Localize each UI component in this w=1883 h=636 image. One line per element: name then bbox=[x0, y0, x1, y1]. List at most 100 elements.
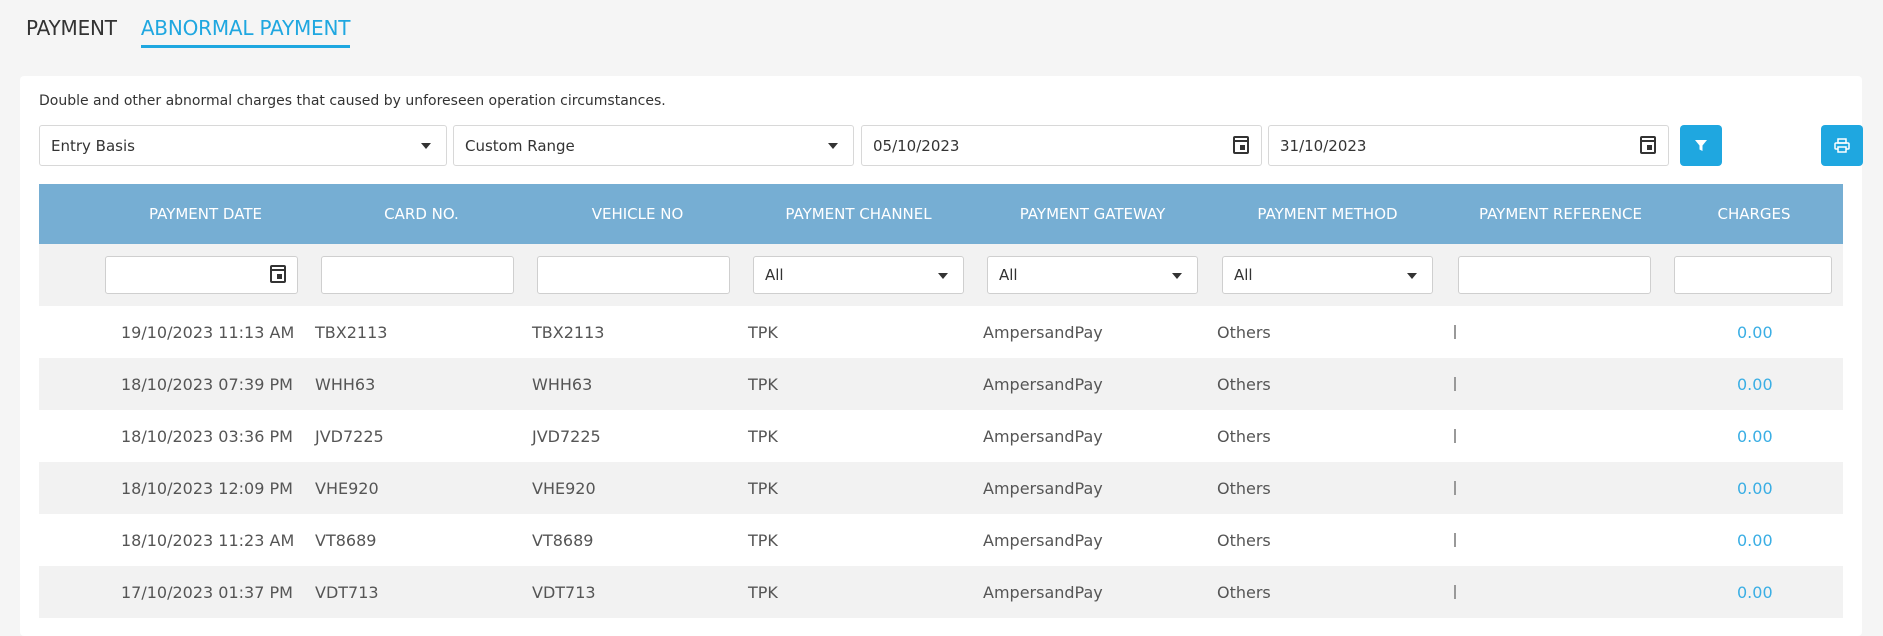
cell-date: 18/10/2023 11:23 AM bbox=[121, 530, 295, 550]
cell-card: VT8689 bbox=[315, 530, 377, 550]
reference-marker bbox=[1454, 585, 1456, 599]
cell-charges[interactable]: 0.00 bbox=[1737, 306, 1773, 358]
range-select-value: Custom Range bbox=[465, 136, 575, 155]
cell-reference bbox=[1453, 358, 1456, 410]
caret-down-icon bbox=[1172, 273, 1182, 279]
cell-gateway: AmpersandPay bbox=[983, 426, 1103, 446]
cell-charges[interactable]: 0.00 bbox=[1737, 358, 1773, 410]
vehicle-filter-input[interactable] bbox=[537, 256, 730, 294]
filter-button[interactable] bbox=[1680, 125, 1722, 166]
reference-filter-input[interactable] bbox=[1458, 256, 1651, 294]
payments-table: PAYMENT DATE CARD NO. VEHICLE NO PAYMENT… bbox=[39, 184, 1843, 618]
calendar-icon[interactable] bbox=[270, 265, 286, 283]
col-payment-gateway[interactable]: PAYMENT GATEWAY bbox=[987, 205, 1198, 223]
tab-abnormal-payment[interactable]: ABNORMAL PAYMENT bbox=[140, 16, 350, 48]
caret-down-icon bbox=[421, 143, 431, 149]
caret-down-icon bbox=[828, 143, 838, 149]
col-payment-reference[interactable]: PAYMENT REFERENCE bbox=[1455, 205, 1666, 223]
cell-channel: TPK bbox=[748, 374, 778, 394]
basis-select-value: Entry Basis bbox=[51, 136, 135, 155]
method-filter-select[interactable]: All bbox=[1222, 256, 1433, 294]
cell-channel: TPK bbox=[748, 322, 778, 342]
table-row[interactable]: 17/10/2023 01:37 PM VDT713 VDT713 TPK Am… bbox=[39, 566, 1843, 618]
cell-gateway: AmpersandPay bbox=[983, 530, 1103, 550]
cell-date: 17/10/2023 01:37 PM bbox=[121, 582, 293, 602]
page-description: Double and other abnormal charges that c… bbox=[39, 93, 666, 109]
cell-date: 18/10/2023 07:39 PM bbox=[121, 374, 293, 394]
cell-date: 19/10/2023 11:13 AM bbox=[121, 322, 295, 342]
cell-reference bbox=[1453, 514, 1456, 566]
cell-vehicle: TBX2113 bbox=[532, 322, 605, 342]
channel-filter-select[interactable]: All bbox=[753, 256, 964, 294]
gateway-filter-value: All bbox=[999, 266, 1018, 284]
card-filter-input[interactable] bbox=[321, 256, 514, 294]
print-icon bbox=[1834, 138, 1850, 153]
cell-method: Others bbox=[1217, 530, 1271, 550]
cell-charges[interactable]: 0.00 bbox=[1737, 462, 1773, 514]
table-header: PAYMENT DATE CARD NO. VEHICLE NO PAYMENT… bbox=[39, 184, 1843, 244]
date-to-value: 31/10/2023 bbox=[1280, 136, 1367, 155]
cell-vehicle: VT8689 bbox=[532, 530, 594, 550]
cell-reference bbox=[1453, 410, 1456, 462]
table-row[interactable]: 18/10/2023 03:36 PM JVD7225 JVD7225 TPK … bbox=[39, 410, 1843, 462]
cell-date: 18/10/2023 03:36 PM bbox=[121, 426, 293, 446]
col-payment-method[interactable]: PAYMENT METHOD bbox=[1222, 205, 1433, 223]
cell-method: Others bbox=[1217, 478, 1271, 498]
cell-gateway: AmpersandPay bbox=[983, 478, 1103, 498]
print-button[interactable] bbox=[1821, 125, 1863, 166]
date-from-input[interactable]: 05/10/2023 bbox=[861, 125, 1262, 166]
date-to-input[interactable]: 31/10/2023 bbox=[1268, 125, 1669, 166]
channel-filter-value: All bbox=[765, 266, 784, 284]
cell-charges[interactable]: 0.00 bbox=[1737, 410, 1773, 462]
cell-gateway: AmpersandPay bbox=[983, 322, 1103, 342]
date-filter-input[interactable] bbox=[105, 256, 298, 294]
cell-channel: TPK bbox=[748, 478, 778, 498]
column-filter-row: All All All bbox=[39, 244, 1843, 306]
caret-down-icon bbox=[938, 273, 948, 279]
col-payment-date[interactable]: PAYMENT DATE bbox=[105, 205, 306, 223]
tab-payment[interactable]: PAYMENT bbox=[26, 16, 117, 48]
reference-marker bbox=[1454, 481, 1456, 495]
caret-down-icon bbox=[1407, 273, 1417, 279]
cell-charges[interactable]: 0.00 bbox=[1737, 514, 1773, 566]
col-card-no[interactable]: CARD NO. bbox=[321, 205, 522, 223]
cell-method: Others bbox=[1217, 582, 1271, 602]
cell-card: JVD7225 bbox=[315, 426, 384, 446]
cell-card: WHH63 bbox=[315, 374, 376, 394]
table-row[interactable]: 19/10/2023 11:13 AM TBX2113 TBX2113 TPK … bbox=[39, 306, 1843, 358]
table-row[interactable]: 18/10/2023 11:23 AM VT8689 VT8689 TPK Am… bbox=[39, 514, 1843, 566]
col-charges[interactable]: CHARGES bbox=[1674, 205, 1834, 223]
range-select[interactable]: Custom Range bbox=[453, 125, 854, 166]
cell-vehicle: JVD7225 bbox=[532, 426, 601, 446]
basis-select[interactable]: Entry Basis bbox=[39, 125, 447, 166]
table-row[interactable]: 18/10/2023 12:09 PM VHE920 VHE920 TPK Am… bbox=[39, 462, 1843, 514]
cell-vehicle: VHE920 bbox=[532, 478, 596, 498]
col-vehicle-no[interactable]: VEHICLE NO bbox=[537, 205, 738, 223]
table-row[interactable]: 18/10/2023 07:39 PM WHH63 WHH63 TPK Ampe… bbox=[39, 358, 1843, 410]
calendar-icon[interactable] bbox=[1640, 136, 1656, 154]
tab-bar: PAYMENT ABNORMAL PAYMENT bbox=[26, 16, 350, 48]
cell-gateway: AmpersandPay bbox=[983, 374, 1103, 394]
filter-icon bbox=[1695, 139, 1707, 151]
charges-filter-input[interactable] bbox=[1674, 256, 1832, 294]
cell-card: VHE920 bbox=[315, 478, 379, 498]
reference-marker bbox=[1454, 429, 1456, 443]
calendar-icon[interactable] bbox=[1233, 136, 1249, 154]
cell-vehicle: VDT713 bbox=[532, 582, 596, 602]
cell-reference bbox=[1453, 566, 1456, 618]
method-filter-value: All bbox=[1234, 266, 1253, 284]
date-from-value: 05/10/2023 bbox=[873, 136, 960, 155]
cell-channel: TPK bbox=[748, 426, 778, 446]
cell-card: TBX2113 bbox=[315, 322, 388, 342]
cell-reference bbox=[1453, 306, 1456, 358]
cell-date: 18/10/2023 12:09 PM bbox=[121, 478, 293, 498]
gateway-filter-select[interactable]: All bbox=[987, 256, 1198, 294]
col-payment-channel[interactable]: PAYMENT CHANNEL bbox=[753, 205, 964, 223]
reference-marker bbox=[1454, 325, 1456, 339]
cell-vehicle: WHH63 bbox=[532, 374, 593, 394]
reference-marker bbox=[1454, 533, 1456, 547]
cell-charges[interactable]: 0.00 bbox=[1737, 566, 1773, 618]
cell-card: VDT713 bbox=[315, 582, 379, 602]
table-body: 19/10/2023 11:13 AM TBX2113 TBX2113 TPK … bbox=[39, 306, 1843, 618]
cell-method: Others bbox=[1217, 374, 1271, 394]
